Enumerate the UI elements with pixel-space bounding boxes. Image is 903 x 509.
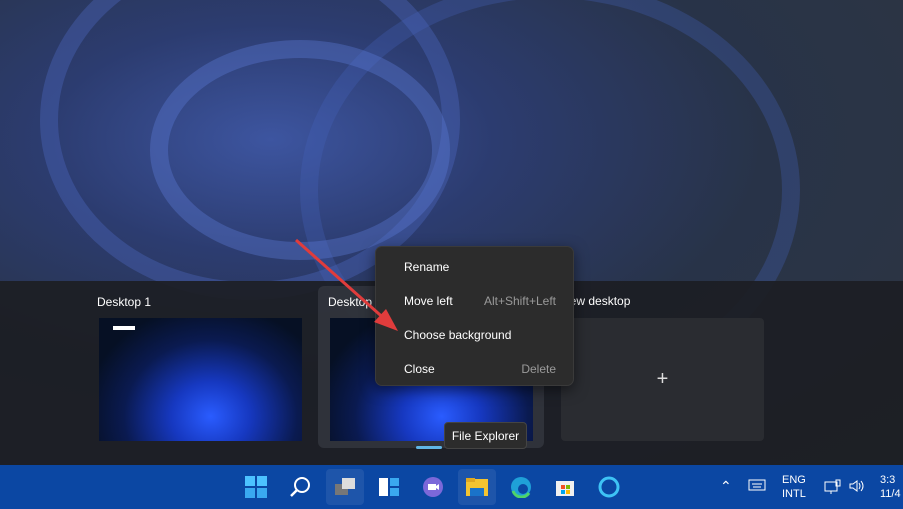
clock[interactable]: 3:3 11/4 (880, 473, 901, 501)
date: 11/4 (880, 488, 901, 500)
volume-icon[interactable] (848, 479, 866, 497)
start-icon[interactable] (237, 469, 275, 505)
keyboard-icon[interactable] (748, 479, 766, 495)
show-hidden-icons-chevron-icon[interactable]: ⌃ (720, 479, 732, 493)
time: 3:3 (880, 474, 896, 486)
store-icon[interactable] (546, 469, 584, 505)
tooltip: File Explorer (444, 422, 527, 449)
keyboard-layout: INTL (782, 488, 806, 500)
network-icon[interactable] (824, 479, 842, 499)
taskbar: ⌃ ENG INTL 3:3 11/4 (0, 465, 903, 509)
task-view-icon[interactable] (326, 469, 364, 505)
edge-icon[interactable] (502, 469, 540, 505)
language-indicator[interactable]: ENG INTL (782, 473, 806, 501)
file-explorer-icon[interactable] (458, 469, 496, 505)
teams-chat-icon[interactable] (414, 469, 452, 505)
search-icon[interactable] (281, 469, 319, 505)
cortana-icon[interactable] (590, 469, 628, 505)
widgets-icon[interactable] (370, 469, 408, 505)
active-indicator (416, 446, 442, 449)
language-code: ENG (782, 474, 806, 486)
